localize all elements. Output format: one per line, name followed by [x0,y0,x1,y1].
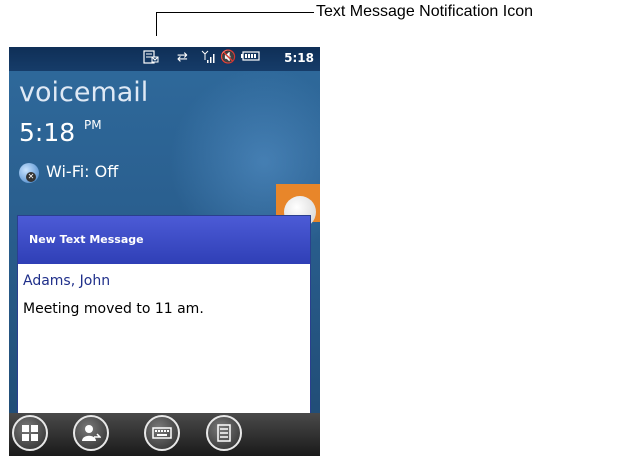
battery-icon[interactable] [241,50,261,67]
start-button[interactable] [12,415,48,451]
callout-line [156,12,314,13]
status-bar: ⇄ 🔇 5:18 [9,47,320,71]
voicemail-title[interactable]: voicemail [19,77,148,108]
text-message-icon[interactable] [143,50,159,69]
menu-button[interactable] [206,415,242,451]
notification-sender[interactable]: Adams, John [23,273,110,289]
data-sync-icon[interactable]: ⇄ [177,50,188,66]
notification-title: New Text Message [29,233,144,246]
callout-line [156,12,157,36]
keyboard-button[interactable] [144,415,180,451]
signal-icon[interactable] [201,50,215,69]
wifi-status[interactable]: Wi-Fi: Off [46,162,118,181]
contacts-icon [82,425,102,441]
notification-popup[interactable]: New Text Message Adams, John Meeting mov… [17,215,311,427]
status-time: 5:18 [284,51,314,65]
contacts-button[interactable] [73,415,109,451]
wifi-icon[interactable]: ✕ [19,163,39,183]
volume-muted-icon[interactable]: 🔇 [220,50,236,66]
wifi-off-badge: ✕ [26,172,36,182]
notification-message: Meeting moved to 11 am. [23,301,204,317]
callout-label: Text Message Notification Icon [316,3,533,20]
clock-ampm: PM [84,118,102,132]
start-icon [22,425,38,441]
menu-icon [217,424,231,442]
clock-time: 5:18 [19,118,76,147]
notification-header: New Text Message [18,216,310,264]
keyboard-icon [152,427,172,439]
taskbar [9,413,320,456]
phone-screen: ⇄ 🔇 5:18 voicemail 5:18 PM ✕ Wi-Fi: Off … [9,47,320,456]
